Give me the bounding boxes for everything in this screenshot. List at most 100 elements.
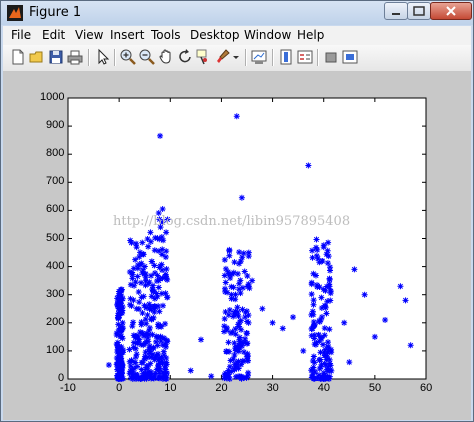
data-point [323, 283, 330, 290]
data-point [147, 345, 154, 352]
new-figure-icon [12, 49, 24, 65]
data-point [308, 291, 315, 298]
pan-button[interactable] [157, 48, 175, 66]
new-figure-button[interactable] [9, 48, 27, 66]
data-point [231, 365, 238, 372]
toolbar-separator [272, 49, 274, 66]
data-point [236, 249, 243, 256]
data-point [159, 341, 166, 348]
data-point [158, 290, 165, 297]
menu-view[interactable]: View [75, 28, 103, 42]
data-point [155, 248, 162, 255]
brush-button[interactable] [214, 48, 232, 66]
maximize-button[interactable] [407, 2, 431, 20]
data-point [230, 313, 237, 320]
data-point [221, 315, 228, 322]
data-point [152, 338, 159, 345]
data-point [132, 354, 139, 361]
menu-edit[interactable]: Edit [42, 28, 65, 42]
data-point [324, 260, 331, 267]
data-point [321, 325, 328, 332]
data-point [320, 244, 327, 251]
link-plot-button[interactable] [250, 48, 268, 66]
data-point [279, 325, 286, 332]
legend-icon [297, 50, 313, 64]
data-point [105, 361, 112, 368]
hide-plot-tools-button[interactable] [322, 48, 340, 66]
data-point [163, 266, 170, 273]
data-point [155, 374, 162, 381]
data-point [225, 268, 232, 275]
data-point [308, 279, 315, 286]
pointer-icon [98, 48, 110, 65]
insert-colorbar-button[interactable] [277, 48, 295, 66]
x-tick-label: 40 [317, 382, 330, 394]
menu-help[interactable]: Help [297, 28, 324, 42]
data-point [130, 265, 137, 272]
data-point [149, 331, 156, 338]
data-cursor-icon [196, 49, 207, 65]
brush-dropdown[interactable] [231, 48, 241, 66]
save-button[interactable] [47, 48, 65, 66]
data-point [300, 347, 307, 354]
menu-window[interactable]: Window [244, 28, 291, 42]
data-point [309, 247, 316, 254]
data-point [314, 282, 321, 289]
data-point [323, 310, 330, 317]
data-point [226, 252, 233, 259]
menu-bar: File Edit View Insert Tools Desktop Wind… [3, 26, 471, 45]
data-point [208, 373, 215, 380]
data-point [148, 272, 155, 279]
data-point [243, 340, 250, 347]
data-point [149, 374, 156, 381]
data-cursor-button[interactable] [195, 48, 213, 66]
data-point [236, 286, 243, 293]
data-point [231, 259, 238, 266]
menu-desktop[interactable]: Desktop [190, 28, 240, 42]
print-button[interactable] [66, 48, 84, 66]
minimize-button[interactable] [384, 2, 408, 20]
scatter-plot[interactable] [3, 72, 471, 420]
data-point [162, 254, 169, 261]
data-point [134, 262, 141, 269]
rotate-3d-button[interactable] [176, 48, 194, 66]
edit-plot-button[interactable] [93, 48, 111, 66]
zoom-in-button[interactable] [119, 48, 137, 66]
data-point [313, 236, 320, 243]
data-point [321, 302, 328, 309]
open-file-button[interactable] [28, 48, 46, 66]
data-point [133, 240, 140, 247]
data-point [148, 293, 155, 300]
title-bar[interactable]: Figure 1 [1, 1, 473, 25]
insert-legend-button[interactable] [296, 48, 314, 66]
data-point [156, 308, 163, 315]
y-tick-label: 1000 [40, 91, 65, 103]
data-point [118, 367, 125, 374]
data-point [126, 358, 133, 365]
menu-file[interactable]: File [11, 28, 31, 42]
data-point [325, 343, 332, 350]
data-point [145, 338, 152, 345]
data-point [118, 287, 125, 294]
show-plot-tools-button[interactable] [341, 48, 359, 66]
data-point [141, 375, 148, 382]
data-point [228, 283, 235, 290]
zoom-out-button[interactable] [138, 48, 156, 66]
data-point [130, 319, 137, 326]
zoom-out-icon [139, 49, 155, 65]
data-point [155, 363, 162, 370]
data-point [341, 319, 348, 326]
close-button[interactable] [430, 2, 472, 20]
data-point [145, 243, 152, 250]
data-point [322, 361, 329, 368]
data-point [148, 258, 155, 265]
data-point [162, 320, 169, 327]
data-point [126, 346, 133, 353]
data-point [221, 256, 228, 263]
data-point [310, 270, 317, 277]
menu-insert[interactable]: Insert [110, 28, 144, 42]
menu-tools[interactable]: Tools [151, 28, 181, 42]
data-point [231, 340, 238, 347]
data-point [129, 368, 136, 375]
data-point [150, 288, 157, 295]
